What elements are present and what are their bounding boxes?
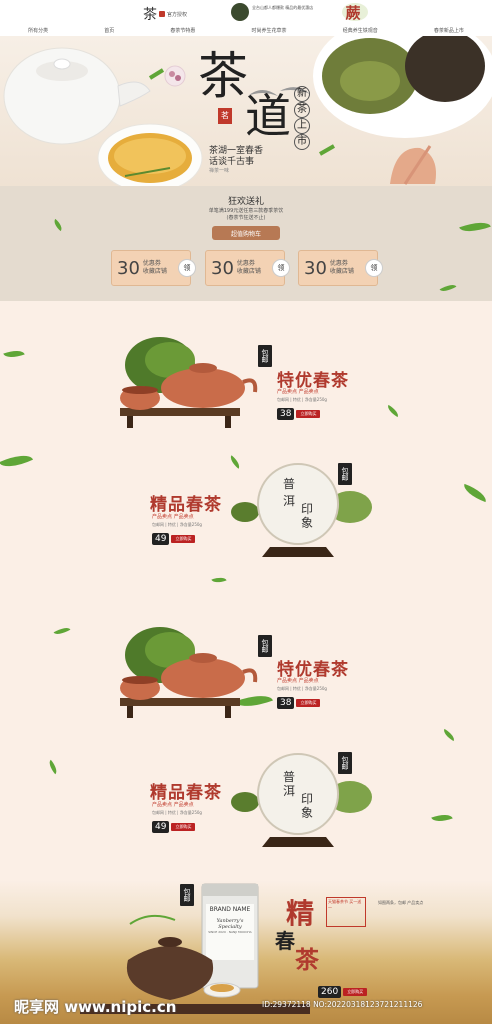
puer-char: 洱 <box>283 784 296 798</box>
nav-item-spring-sale[interactable]: 春茶节特惠 <box>170 27 195 34</box>
coupon-claim-button[interactable]: 领 <box>178 259 196 277</box>
final-tag: 天猫春茶节 买一送一 <box>326 897 366 927</box>
coupon-label: 优惠券 收藏店铺 <box>237 260 261 276</box>
nav-item-tieguanyin[interactable]: 经典养生铁观音 <box>343 27 378 34</box>
coupon-card[interactable]: 30 优惠券 收藏店铺 领 <box>111 250 196 286</box>
nav-item-all-categories[interactable]: 所有分类 <box>28 27 48 34</box>
promo-line-1: 单笔满199元送任意三款春季茶饮 <box>208 208 284 214</box>
puer-char: 普 <box>283 477 296 491</box>
coupon-label-2: 收藏店铺 <box>236 268 261 275</box>
promo-title: 狂欢送礼 <box>227 197 264 207</box>
buy-now-button[interactable]: 立即购买 <box>171 535 196 543</box>
puer-char: 洱 <box>283 494 296 508</box>
product-2-price: 49 立即购买 <box>152 533 196 545</box>
can-brand: BRAND NAME <box>209 906 251 913</box>
coupon-amount: 30 <box>304 257 327 279</box>
coupon-label-2: 收藏店铺 <box>329 268 354 275</box>
final-price: 260 立即购买 <box>318 986 368 998</box>
product-3-price: 38 立即购买 <box>277 697 321 709</box>
can-script: Yanberry's Specialty <box>216 918 244 930</box>
product-3-desc: 产品卖点 产品卖点 <box>277 678 319 684</box>
tag-char: 茶 <box>294 102 310 118</box>
puer-char: 象 <box>301 516 314 530</box>
product-4-price: 49 立即购买 <box>152 821 196 833</box>
product-4-title: 精品春茶 <box>150 783 222 803</box>
free-shipping-seal: 包邮 <box>258 635 272 657</box>
hero-small-note: 禅茶一味 <box>209 168 230 174</box>
buy-now-button[interactable]: 立即购买 <box>296 410 321 418</box>
coupon-claim-button[interactable]: 领 <box>365 259 383 277</box>
buy-now-button[interactable]: 立即购买 <box>171 823 196 831</box>
price-value: 38 <box>277 697 295 709</box>
nav-item-herbal-tea[interactable]: 时尚养生花草茶 <box>252 27 287 34</box>
buy-now-button[interactable]: 立即购买 <box>296 699 321 707</box>
nav-item-home[interactable]: 首页 <box>104 27 114 34</box>
coupon-amount: 30 <box>117 257 140 279</box>
coupon-label-2: 收藏店铺 <box>142 268 167 275</box>
watermark-left: 昵享网 www.nipic.cn <box>14 998 177 1016</box>
free-shipping-seal: 包邮 <box>180 884 194 906</box>
logo-stamp-icon <box>159 11 165 17</box>
product-2-title: 精品春茶 <box>150 495 222 515</box>
cart-banner[interactable]: 超值购物车 <box>212 226 280 240</box>
product-4-desc: 产品卖点 产品卖点 <box>152 802 194 808</box>
coupon-label: 优惠券 收藏店铺 <box>330 260 354 276</box>
badge-text: 全台山都人都爆款 精品的最优惠店 <box>252 5 314 10</box>
product-1-illustration <box>120 337 258 428</box>
hero-title-char-1: 茶 <box>198 47 248 105</box>
seasonal-char: 蕨 <box>345 3 361 22</box>
tea-badge-icon <box>231 3 249 21</box>
coupon-label-1: 优惠券 <box>236 260 255 267</box>
hero-title-char-2: 道 <box>245 89 291 143</box>
coupon-label-1: 优惠券 <box>329 260 348 267</box>
promo-line-2: (春茶节狂送不止) <box>226 215 266 221</box>
shop-name: 官方授权 <box>167 11 188 18</box>
coupon-claim-button[interactable]: 领 <box>272 259 290 277</box>
can-sub: SINCE 2020 · NANJI MOOCHA <box>208 930 252 934</box>
product-1-price: 38 立即购买 <box>277 408 321 420</box>
logo-char: 茶 <box>143 7 157 23</box>
product-1-meta: 包邮网 | 特优 | 净含量250g <box>277 397 327 402</box>
hero-subtitle-2: 话谈千古事 <box>209 157 255 167</box>
price-value: 260 <box>318 986 342 998</box>
shop-header: 茶 官方授权 全台山都人都爆款 精品的最优惠店 蕨 <box>0 0 492 24</box>
watermark-right: ID:29372118 NO:20220318123721211126 <box>262 1000 423 1009</box>
product-4-meta: 包邮网 | 特优 | 净含量250g <box>152 810 202 815</box>
product-2-meta: 包邮网 | 特优 | 净含量250g <box>152 522 202 527</box>
final-desc: 如图两条，包邮 产品卖点 <box>378 900 424 905</box>
final-title-char-3: 茶 <box>295 945 320 974</box>
product-3-meta: 包邮网 | 特优 | 净含量250g <box>277 686 327 691</box>
nav-item-new-tea[interactable]: 春茶新品上市 <box>434 27 464 34</box>
hero-banner[interactable]: 茶 道 新 茶 上 市 茗 茶湖一室春香 话谈千古事 禅茶一味 <box>0 36 492 186</box>
final-title-char-2: 春 <box>275 929 296 953</box>
seasonal-badge[interactable]: 蕨 <box>336 0 370 24</box>
puer-char: 象 <box>301 806 314 820</box>
hero-vertical-tag: 新 茶 上 市 <box>293 86 311 150</box>
shop-logo[interactable]: 茶 官方授权 <box>143 4 187 24</box>
tag-char: 上 <box>294 118 310 134</box>
product-3-illustration <box>120 627 258 718</box>
coupon-card[interactable]: 30 优惠券 收藏店铺 领 <box>205 250 290 286</box>
price-value: 49 <box>152 533 170 545</box>
product-2-desc: 产品卖点 产品卖点 <box>152 514 194 520</box>
tag-char: 市 <box>294 134 310 150</box>
coupon-label: 优惠券 收藏店铺 <box>143 260 167 276</box>
tag-char: 新 <box>294 86 310 102</box>
product-1-desc: 产品卖点 产品卖点 <box>277 389 319 395</box>
price-value: 49 <box>152 821 170 833</box>
free-shipping-seal: 包邮 <box>258 345 272 367</box>
puer-badge: 普 <box>283 478 295 491</box>
hero-stamp: 茗 <box>218 108 232 124</box>
cart-banner-label: 超值购物车 <box>230 230 261 238</box>
coupon-label-1: 优惠券 <box>142 260 161 267</box>
coupon-amount: 30 <box>211 257 234 279</box>
buy-now-button[interactable]: 立即购买 <box>343 988 368 996</box>
price-value: 38 <box>277 408 295 420</box>
coupon-card[interactable]: 30 优惠券 收藏店铺 领 <box>298 250 383 286</box>
